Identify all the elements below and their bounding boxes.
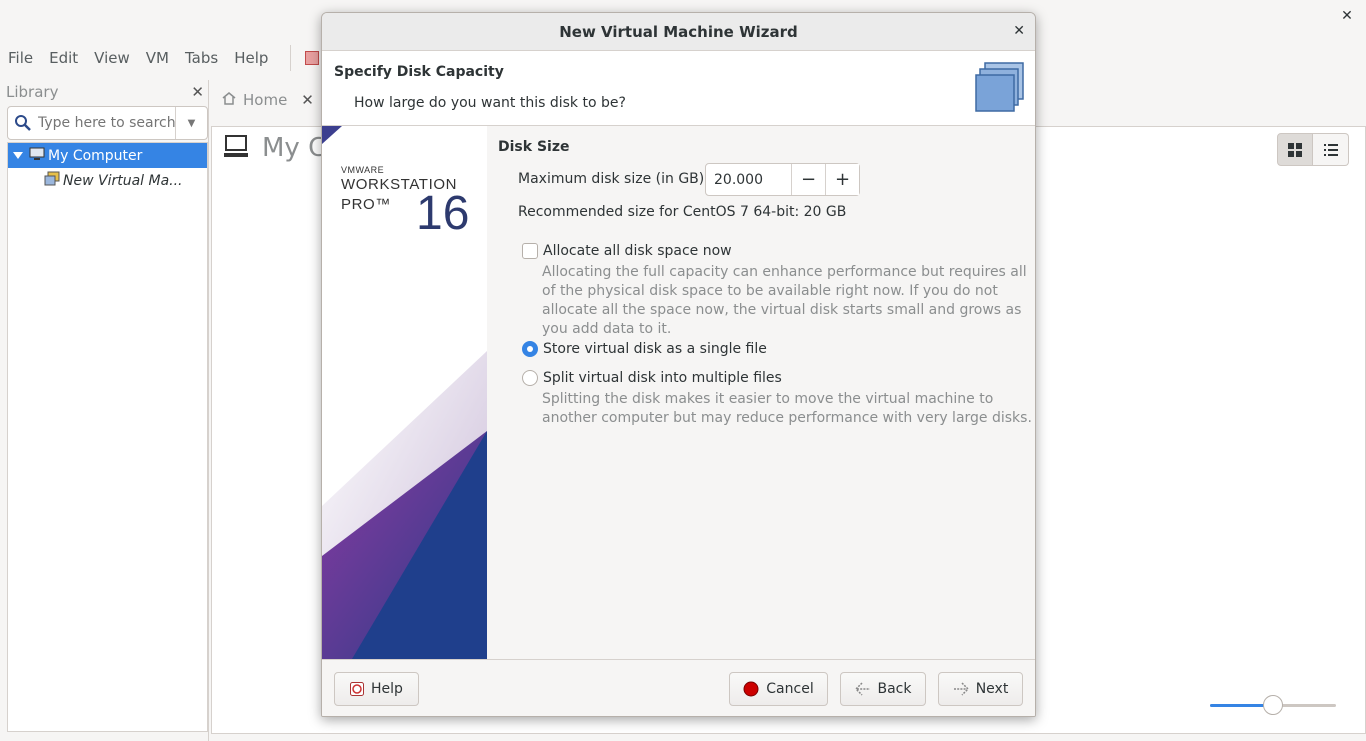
decrement-button[interactable]: −: [791, 164, 825, 195]
back-arrow-icon: [854, 682, 871, 696]
max-size-label: Maximum disk size (in GB):: [518, 171, 709, 187]
computer-icon: [29, 147, 45, 165]
new-vm-wizard-dialog: New Virtual Machine Wizard ✕ Specify Dis…: [321, 12, 1036, 717]
disk-size-stepper: − +: [705, 163, 860, 196]
brand-vendor: VMWARE: [341, 165, 385, 175]
tree-item-label: My Computer: [48, 147, 143, 164]
tree-item-my-computer[interactable]: My Computer: [8, 143, 207, 168]
library-panel: Library ✕ ▼ My Computer New Virtual Ma..…: [0, 80, 209, 741]
toolbar-separator: [290, 45, 292, 71]
library-close-icon[interactable]: ✕: [191, 83, 204, 101]
menu-help[interactable]: Help: [228, 49, 274, 67]
disk-size-input[interactable]: [706, 164, 791, 195]
single-file-radio[interactable]: [522, 341, 538, 357]
section-title: Disk Size: [498, 139, 570, 155]
tab-home[interactable]: Home ✕: [221, 87, 314, 113]
cancel-button-label: Cancel: [766, 681, 814, 697]
menu-file[interactable]: File: [2, 49, 39, 67]
menu-edit[interactable]: Edit: [43, 49, 84, 67]
expand-arrow-icon[interactable]: [13, 152, 23, 159]
split-files-option[interactable]: Split virtual disk into multiple files: [522, 370, 782, 386]
cancel-button[interactable]: Cancel: [729, 672, 828, 706]
help-icon: [350, 682, 365, 696]
close-icon[interactable]: ✕: [1013, 24, 1025, 38]
tab-close-icon[interactable]: ✕: [301, 91, 314, 109]
menu-view[interactable]: View: [88, 49, 136, 67]
library-tree: My Computer New Virtual Ma...: [7, 142, 208, 732]
next-button-label: Next: [975, 681, 1009, 697]
library-search: ▼: [7, 106, 208, 140]
library-title: Library: [6, 83, 59, 101]
tab-label: Home: [243, 91, 288, 109]
back-button-label: Back: [877, 681, 912, 697]
tree-item-new-vm[interactable]: New Virtual Ma...: [8, 168, 207, 193]
allocate-description: Allocating the full capacity can enhance…: [542, 264, 1027, 337]
allocate-option[interactable]: Allocate all disk space now: [522, 243, 732, 259]
grid-view-icon[interactable]: [1277, 133, 1313, 166]
computer-icon: [224, 134, 250, 162]
page-heading: Specify Disk Capacity: [334, 64, 504, 80]
single-file-label[interactable]: Store virtual disk as a single file: [543, 341, 767, 357]
help-button-label: Help: [371, 681, 403, 697]
dialog-title: New Virtual Machine Wizard: [559, 23, 798, 41]
dialog-footer: Help Cancel Back Next: [322, 659, 1035, 716]
allocate-label[interactable]: Allocate all disk space now: [543, 243, 732, 259]
home-icon: [221, 91, 237, 109]
next-arrow-icon: [953, 682, 969, 696]
power-icon[interactable]: [305, 51, 320, 65]
tree-item-label: New Virtual Ma...: [63, 172, 183, 189]
dialog-titlebar: New Virtual Machine Wizard ✕: [322, 13, 1035, 51]
library-search-input[interactable]: [38, 115, 175, 131]
vmware-banner: VMWARE WORKSTATION PRO™ 16: [322, 126, 487, 659]
split-files-label[interactable]: Split virtual disk into multiple files: [543, 370, 782, 386]
allocate-checkbox[interactable]: [522, 243, 538, 259]
vm-icon: [44, 171, 60, 191]
menu-tabs[interactable]: Tabs: [179, 49, 224, 67]
window-close-icon[interactable]: ✕: [1340, 9, 1354, 23]
split-files-description: Splitting the disk makes it easier to mo…: [542, 391, 1032, 426]
view-toggle: [1277, 133, 1349, 166]
menubar: File Edit View VM Tabs Help: [0, 38, 348, 78]
stop-icon: [743, 681, 759, 697]
next-button[interactable]: Next: [938, 672, 1023, 706]
single-file-option[interactable]: Store virtual disk as a single file: [522, 341, 767, 357]
chevron-down-icon[interactable]: ▼: [175, 107, 207, 139]
menu-vm[interactable]: VM: [140, 49, 175, 67]
virtual-disks-icon: [975, 62, 1025, 116]
split-files-radio[interactable]: [522, 370, 538, 386]
brand-edition: PRO™: [341, 196, 391, 213]
page-subheading: How large do you want this disk to be?: [354, 95, 626, 111]
recommended-size-text: Recommended size for CentOS 7 64-bit: 20…: [518, 204, 847, 220]
zoom-slider-handle[interactable]: [1263, 695, 1283, 715]
dialog-header: Specify Disk Capacity How large do you w…: [322, 51, 1035, 126]
increment-button[interactable]: +: [825, 164, 859, 195]
help-button[interactable]: Help: [334, 672, 419, 706]
disk-size-form: Disk Size Maximum disk size (in GB): − +…: [487, 126, 1035, 659]
back-button[interactable]: Back: [840, 672, 926, 706]
list-view-icon[interactable]: [1313, 133, 1349, 166]
brand-version: 16: [416, 187, 470, 240]
search-icon: [8, 114, 38, 132]
zoom-slider[interactable]: [1210, 695, 1336, 715]
